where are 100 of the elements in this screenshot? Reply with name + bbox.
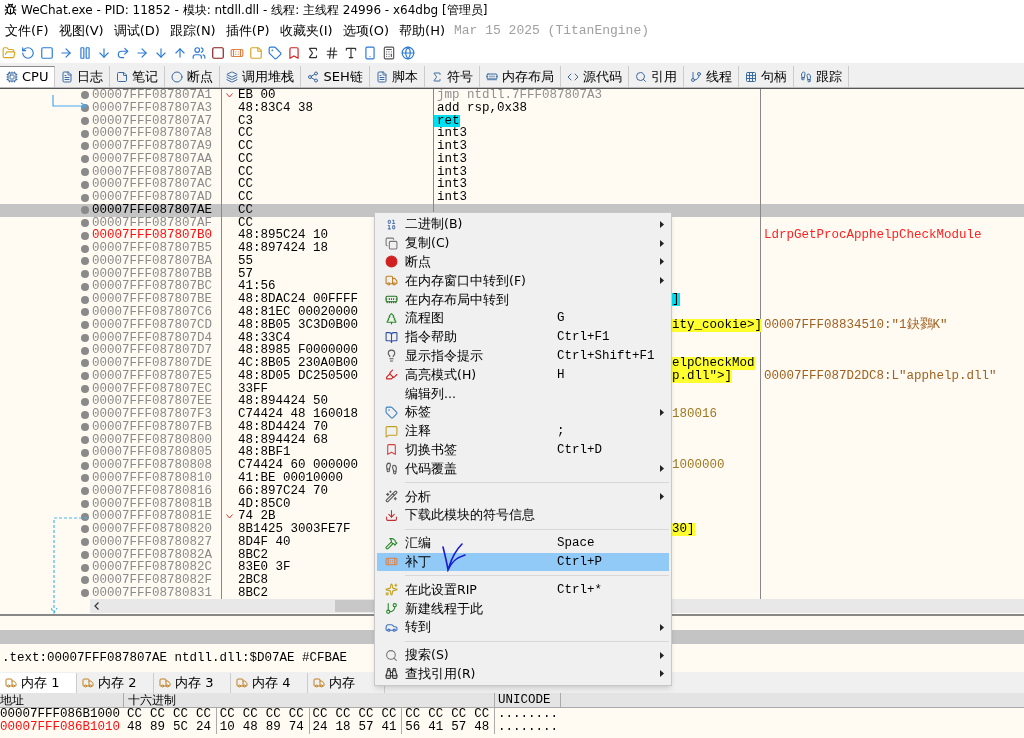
address-cell-text: 00007FFF087807AF — [91, 216, 213, 230]
hex-byte-cell-text: CC — [265, 708, 282, 721]
bytes-cell-text: 48:81EC 00020000 — [237, 306, 359, 319]
address-cell-text: 00007FFF087807A8 — [91, 127, 213, 141]
bytes-cell-text: CC — [237, 127, 253, 141]
address-cell-text: 00007FFF087807AC — [91, 178, 213, 192]
address-cell-text: 00007FFF08780827 — [91, 535, 213, 549]
bytes-cell-text: 48:894424 50 — [237, 395, 328, 409]
hex-byte-cell-text: CC — [428, 708, 445, 721]
address-cell-text: 00007FFF08780800 — [91, 433, 213, 447]
hex-byte-cell-text: CC — [451, 708, 468, 721]
bytes-cell-text: C74424 60 000000 — [237, 459, 359, 472]
bytes-cell-text: 8BC2 — [237, 586, 268, 600]
operand-cell: 1000000 — [672, 459, 725, 472]
comment-cell-text: 00007FFF08834510:"1鈌鷚K" — [763, 318, 948, 332]
address-cell-text: 00007FFF08780820 — [91, 523, 213, 536]
address-cell-text: 00007FFF0878082C — [91, 561, 213, 575]
bytes-cell-text: 2BC8 — [237, 574, 268, 587]
bytes-cell-text: 83E0 3F — [237, 561, 291, 575]
instruction-cell-text: int3 — [436, 140, 467, 153]
instruction-cell-text: add rsp,0x38 — [436, 101, 527, 115]
hex-byte-cell-text: 89 — [265, 721, 282, 734]
address-cell-text: 00007FFF087807BC — [91, 280, 213, 294]
address-cell-text: 00007FFF087807A7 — [91, 114, 213, 128]
bytes-cell-text: C74424 48 160018 — [237, 408, 359, 421]
bytes-cell-text: EB 00 — [237, 89, 276, 102]
hex-byte-cell-text: CC — [474, 708, 491, 721]
hex-byte-cell-text: CC — [381, 708, 398, 721]
address-cell-text: 00007FFF0878082F — [91, 574, 213, 587]
bytes-cell-text: 74 2B — [237, 510, 276, 524]
address-cell-text: 00007FFF087807CD — [91, 318, 213, 332]
address-cell-text: 00007FFF08780810 — [91, 471, 213, 485]
address-cell-text: 00007FFF087807EE — [91, 395, 213, 409]
address-cell-text: 00007FFF087807C6 — [91, 306, 213, 319]
address-cell-text: 00007FFF087807BB — [91, 267, 213, 281]
build-info: Mar 15 2025 (TitanEngine) — [454, 21, 650, 40]
hex-byte-cell-text: 57 — [451, 721, 468, 734]
address-cell-text: 00007FFF087807D7 — [91, 344, 213, 358]
bytes-cell-text: 8B1425 3003FE7F — [237, 523, 351, 536]
instruction-cell: ret — [434, 114, 460, 128]
bytes-cell-text: 48:8B05 3C3D0B00 — [237, 318, 359, 332]
hex-byte-cell-text: CC — [127, 708, 143, 721]
bytes-cell-text: 48:8D05 DC250500 — [237, 369, 359, 383]
hex-byte-cell-text: CC — [150, 708, 166, 721]
address-cell-text: 00007FFF0878082A — [91, 548, 213, 562]
unicode-cell-text: ........ — [497, 708, 559, 721]
bytes-cell-text: 48:894424 68 — [237, 433, 328, 447]
instruction-cell-text: int3 — [436, 178, 467, 192]
address-cell-text: 00007FFF087807AD — [91, 191, 213, 204]
operand-cell: ] — [672, 293, 680, 306]
bytes-cell-text: 55 — [237, 254, 253, 268]
hex-byte-cell-text: 24 — [312, 721, 329, 734]
instruction-cell-text: jmp ntdll.7FFF087807A3 — [436, 89, 603, 102]
operand-cell: 30] — [672, 523, 695, 536]
address-cell-text: 00007FFF087807AA — [91, 152, 213, 166]
hex-byte-cell-text: 56 — [405, 721, 422, 734]
bytes-cell-text: 33FF — [237, 382, 268, 396]
hex-byte-cell-text: 10 — [219, 721, 236, 734]
instruction-cell-text: int3 — [436, 165, 467, 179]
bytes-cell-text: 41:56 — [237, 280, 276, 294]
bytes-cell-text: 48:897424 18 — [237, 242, 328, 255]
instruction-cell-text: int3 — [436, 127, 467, 141]
address-cell-text: 00007FFF087807D4 — [91, 331, 213, 345]
hex-byte-cell-text: CC — [288, 708, 305, 721]
bytes-cell-text: CC — [237, 203, 253, 217]
address-cell-text: 00007FFF087807B0 — [91, 229, 213, 243]
bytes-cell-text: 48:895C24 10 — [237, 229, 328, 243]
comment-cell-text: 00007FFF087D2DC8:L"apphelp.dll" — [763, 369, 997, 383]
bytes-cell-text: 48:33C4 — [237, 331, 291, 345]
hex-byte-cell-text: CC — [358, 708, 375, 721]
window-title: WeChat.exe - PID: 11852 - 模块: ntdll.dll - 线程: 主线程 24996 - x64dbg [管理员] — [21, 1, 488, 19]
hex-byte-cell-text: CC — [405, 708, 422, 721]
address-cell-text: 00007FFF08780808 — [91, 459, 213, 472]
address-cell-text: 00007FFF087807AE — [91, 203, 213, 217]
bytes-cell-text: 8D4F 40 — [237, 535, 291, 549]
bytes-cell-text: 8BC2 — [237, 548, 268, 562]
hex-byte-cell-text: 18 — [335, 721, 352, 734]
address-cell-text: 00007FFF087807FB — [91, 420, 213, 434]
instruction-cell-text: int3 — [436, 191, 467, 204]
address-cell-text: 00007FFF087807A9 — [91, 140, 213, 153]
address-cell-text: 00007FFF087807B5 — [91, 242, 213, 255]
bytes-cell-text: 57 — [237, 267, 253, 281]
bytes-cell-text: CC — [237, 140, 253, 153]
bytes-cell-text: 48:8D4424 70 — [237, 420, 328, 434]
hex-byte-cell-text: CC — [219, 708, 236, 721]
instruction-cell-text: int3 — [436, 152, 467, 166]
address-cell-text: 00007FFF086B1010 — [0, 721, 122, 734]
hex-byte-cell-text: 48 — [127, 721, 143, 734]
hex-byte-cell-text: 41 — [381, 721, 398, 734]
address-cell-text: 00007FFF08780831 — [91, 586, 213, 600]
bytes-cell-text: 48:8985 F0000000 — [237, 344, 359, 358]
address-cell-text: 00007FFF087807AB — [91, 165, 213, 179]
address-cell-text: 00007FFF0878081B — [91, 497, 213, 511]
address-cell-text: 00007FFF087807BE — [91, 293, 213, 306]
hex-byte-cell-text: 48 — [474, 721, 491, 734]
address-cell-text: 00007FFF087807EC — [91, 382, 213, 396]
bytes-cell-text: 4C:8B05 230A0B00 — [237, 357, 359, 370]
address-cell-text: 00007FFF086B1000 — [0, 708, 122, 721]
hex-byte-cell-text: 74 — [288, 721, 305, 734]
bytes-cell-text: CC — [237, 152, 253, 166]
